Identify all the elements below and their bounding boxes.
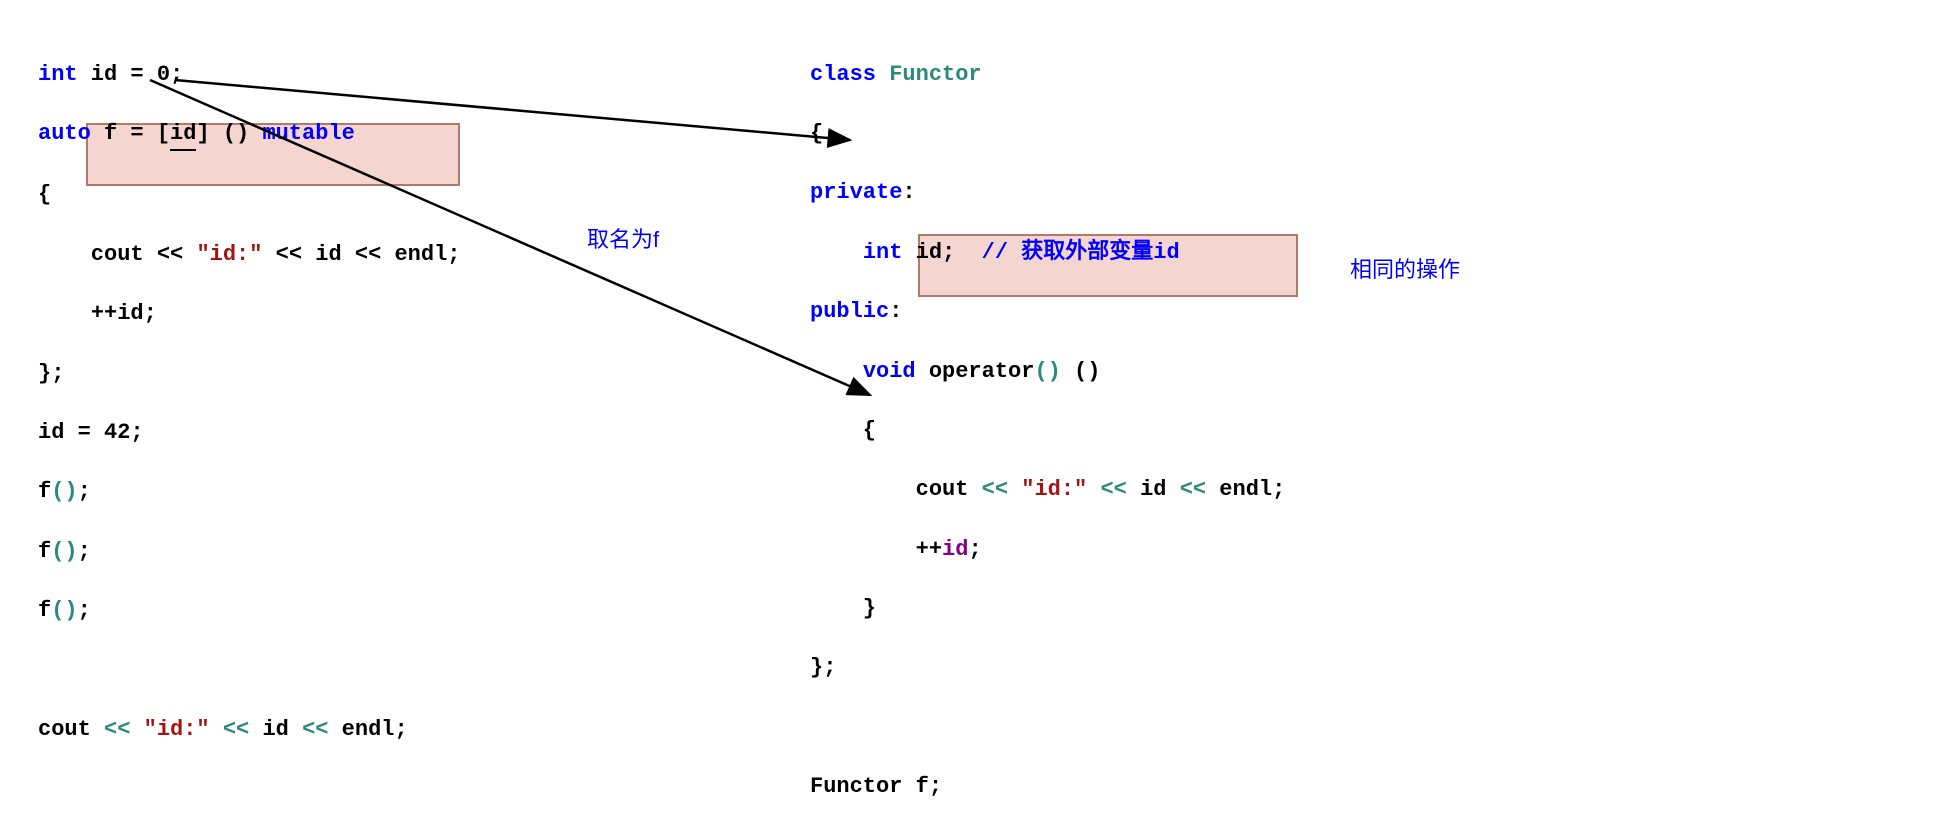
code-line <box>810 713 1285 743</box>
code-line: int id = 0; <box>38 60 461 90</box>
code-line: ++id; <box>810 535 1285 565</box>
code-line: cout << "id:" << id << endl; <box>810 475 1285 505</box>
code-line: public: <box>810 297 1285 327</box>
code-line: Functor f; <box>810 772 1285 802</box>
code-line: class Functor <box>810 60 1285 90</box>
code-line: }; <box>38 359 461 389</box>
annotation-named-f: 取名为f <box>587 225 659 255</box>
code-line: auto f = [id] () mutable <box>38 119 461 151</box>
code-line: } <box>810 594 1285 624</box>
code-line <box>38 655 461 685</box>
code-line: f(); <box>38 537 461 567</box>
code-line: cout << "id:" << id << endl; <box>38 240 461 270</box>
annotation-same-op: 相同的操作 <box>1350 255 1460 285</box>
right-code-block: class Functor { private: int id; // 获取外部… <box>810 30 1285 832</box>
code-line: cout << "id:" << id << endl; <box>38 715 461 745</box>
code-line: f(); <box>38 596 461 626</box>
code-line: id = 42; <box>38 418 461 448</box>
code-line: }; <box>810 653 1285 683</box>
code-line: int id; // 获取外部变量id <box>810 238 1285 268</box>
code-line: { <box>810 119 1285 149</box>
code-line: private: <box>810 178 1285 208</box>
code-line: { <box>810 416 1285 446</box>
code-line: void operator() () <box>810 357 1285 387</box>
code-line: f(); <box>38 477 461 507</box>
code-line: { <box>38 180 461 210</box>
code-line: ++id; <box>38 299 461 329</box>
left-code-block: int id = 0; auto f = [id] () mutable { c… <box>38 30 461 774</box>
